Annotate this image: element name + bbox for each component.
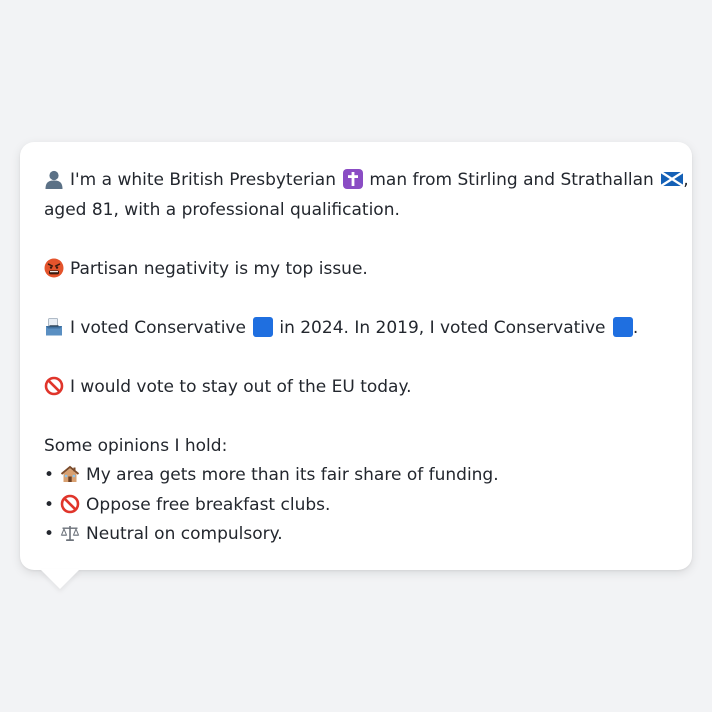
ballot-box-icon (44, 317, 64, 337)
bio-line-2: aged 81, with a professional qualificati… (44, 199, 400, 220)
opinion-text: Oppose free breakfast clubs. (86, 494, 331, 515)
vote-text-3: . (632, 317, 639, 338)
opinions-heading: Some opinions I hold: (44, 435, 228, 456)
eu-stance-line: I would vote to stay out of the EU today… (44, 373, 668, 403)
opinion-item: • Oppose free breakfast clubs. (44, 491, 668, 521)
angry-face-icon (44, 258, 64, 278)
latin-cross-icon (343, 169, 364, 189)
opinion-text: My area gets more than its fair share of… (86, 465, 499, 485)
vote-text-1: I voted Conservative (70, 317, 246, 338)
scotland-flag-icon (661, 172, 684, 186)
vote-text-2: in 2024. In 2019, I voted Conservative (279, 317, 606, 338)
bio-text-1: I'm a white British Presbyterian (70, 170, 336, 190)
bio-text-2: man from Stirling and Strathallan (369, 170, 654, 190)
prohibited-icon (44, 376, 64, 396)
person-silhouette-icon (44, 169, 64, 189)
scales-icon (60, 523, 80, 543)
opinion-item: • My area gets more than its fair share … (44, 461, 668, 491)
bullet: • (44, 494, 55, 515)
house-icon (60, 464, 80, 484)
blue-square-icon (612, 316, 633, 337)
opinion-item: • Neutral on compulsory. (44, 520, 668, 550)
speech-bubble-tail (40, 569, 80, 589)
vote-history-line: I voted Conservative in 2024. In 2019, I… (44, 314, 668, 344)
bio-comma: , (683, 170, 689, 190)
bullet: • (44, 465, 55, 485)
prohibited-icon (60, 494, 80, 514)
bio-line-1: I'm a white British Presbyterian man fro… (44, 166, 689, 196)
opinion-text: Neutral on compulsory. (86, 524, 283, 544)
persona-card: I'm a white British Presbyterian man fro… (20, 142, 692, 570)
eu-stance-text: I would vote to stay out of the EU today… (70, 376, 412, 397)
bullet: • (44, 524, 55, 544)
top-issue-text: Partisan negativity is my top issue. (70, 258, 368, 279)
blue-square-icon (253, 316, 274, 337)
top-issue-line: Partisan negativity is my top issue. (44, 255, 668, 285)
